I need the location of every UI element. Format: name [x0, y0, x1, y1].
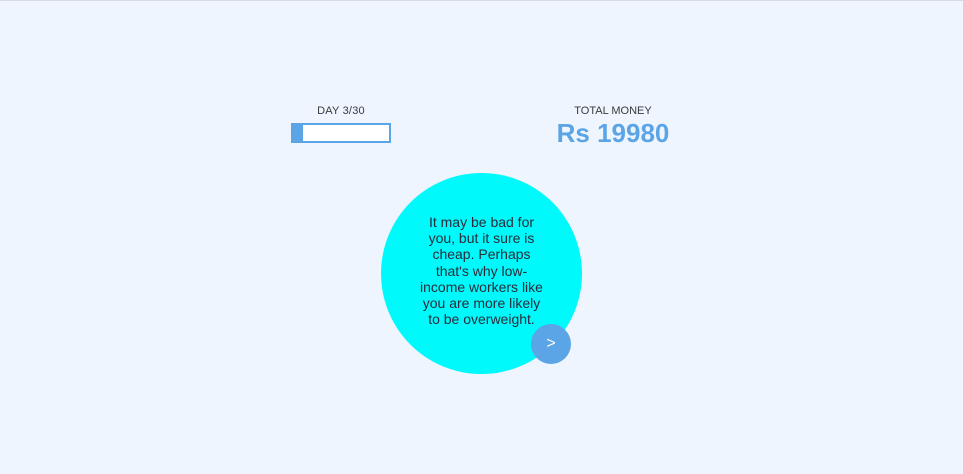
day-progress-fill [293, 125, 303, 141]
money-display: TOTAL MONEY Rs 19980 [543, 105, 683, 148]
next-button[interactable]: > [531, 324, 571, 364]
money-label: TOTAL MONEY [574, 105, 652, 117]
message-text: It may be bad for you, but it sure is ch… [420, 214, 543, 328]
day-label: DAY 3/30 [317, 105, 365, 117]
day-progress-bar [291, 123, 391, 143]
day-counter: DAY 3/30 [291, 105, 391, 143]
money-value: Rs 19980 [556, 118, 670, 148]
